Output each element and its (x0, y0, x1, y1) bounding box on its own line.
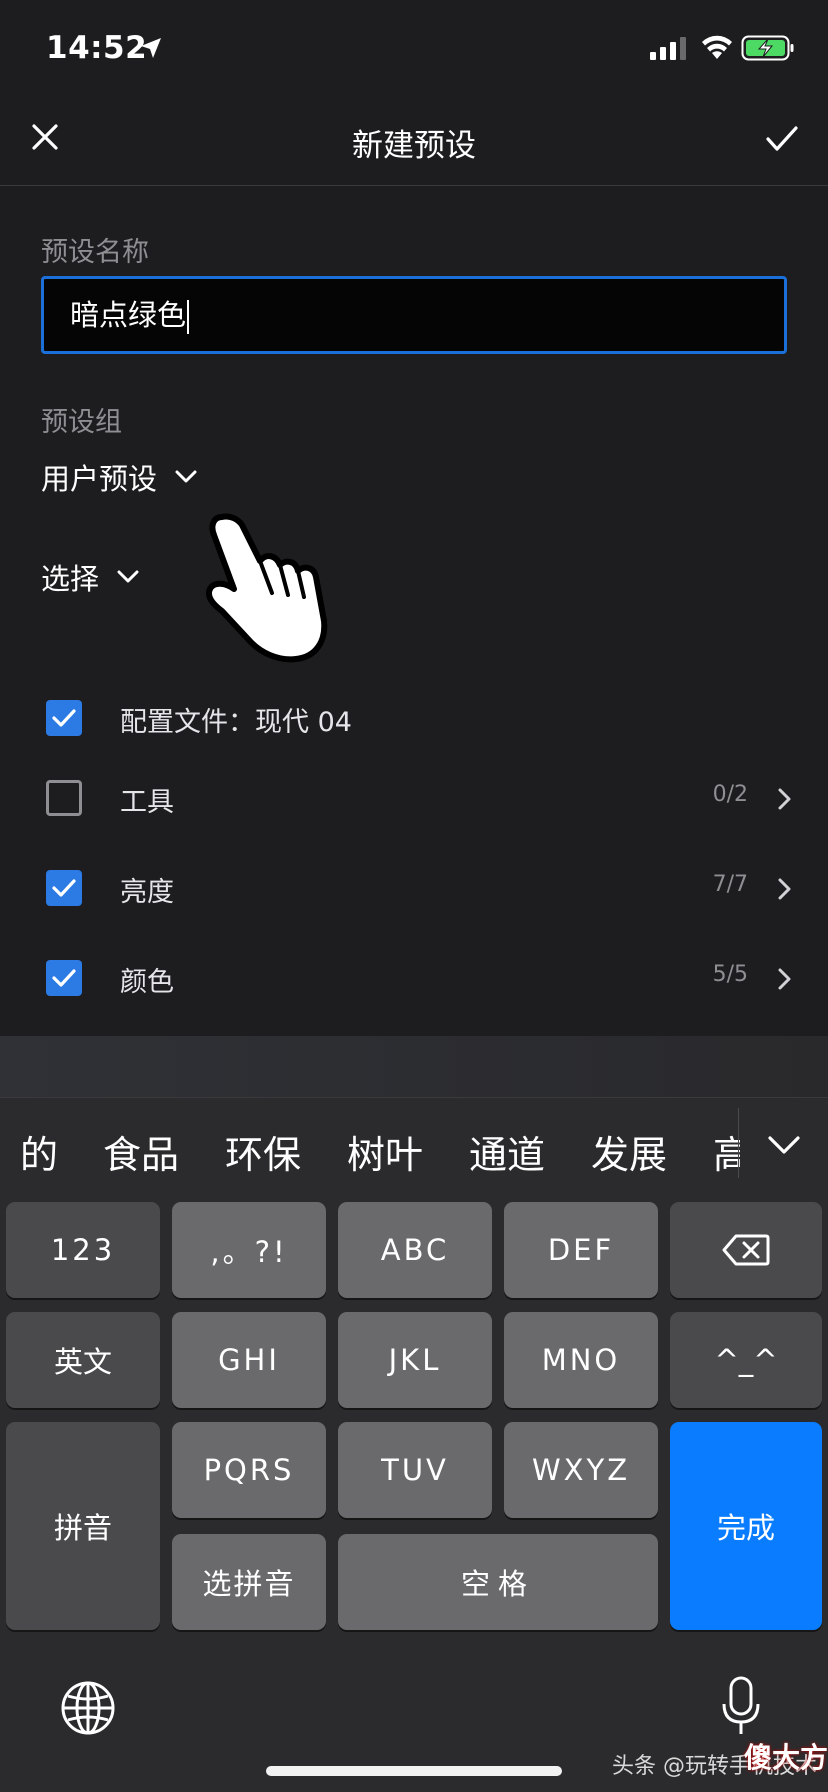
microphone-icon[interactable] (720, 1676, 762, 1738)
english-key[interactable]: 英文 (6, 1312, 160, 1408)
chevron-right-icon (778, 968, 791, 990)
checkmark-icon (52, 879, 76, 897)
candidate-word[interactable]: 发展 (591, 1124, 667, 1179)
candidate-word[interactable]: 树叶 (347, 1124, 423, 1179)
location-arrow-icon (141, 38, 161, 58)
jkl-key[interactable]: JKL (338, 1312, 492, 1408)
candidate-word[interactable]: 食品 (103, 1124, 179, 1179)
checkbox-unchecked[interactable] (46, 780, 82, 816)
candidate-word[interactable]: 的 (20, 1124, 58, 1179)
checkmark-icon (52, 709, 76, 727)
navigation-bar: 新建预设 (0, 96, 828, 186)
row-count: 0/2 (712, 782, 748, 807)
numbers-key[interactable]: 123 (6, 1202, 160, 1298)
candidate-word[interactable]: 高 (713, 1124, 740, 1179)
preset-name-value: 暗点绿色 (70, 298, 187, 332)
row-label: 工具 (120, 787, 174, 818)
preset-name-input[interactable]: 暗点绿色 (41, 276, 787, 354)
emoticon-key[interactable]: ^_^ (670, 1312, 822, 1408)
punctuation-key[interactable]: ,。?! (172, 1202, 326, 1298)
globe-icon[interactable] (60, 1680, 116, 1736)
text-caret (187, 300, 190, 334)
chevron-down-icon (175, 470, 197, 483)
preset-group-label: 预设组 (41, 407, 122, 438)
ime-keyboard: 的 食品 环保 树叶 通道 发展 高 123 ,。?! ABC DEF 英文 G… (0, 1036, 828, 1792)
candidate-word[interactable]: 通道 (469, 1124, 545, 1179)
backspace-icon (722, 1234, 770, 1266)
page-title: 新建预设 (352, 128, 476, 164)
ghi-key[interactable]: GHI (172, 1312, 326, 1408)
tuv-key[interactable]: TUV (338, 1422, 492, 1518)
done-key[interactable]: 完成 (670, 1422, 822, 1630)
select-dropdown[interactable]: 选择 (41, 556, 139, 598)
preset-group-value: 用户预设 (41, 462, 158, 496)
preset-form: 预设名称 暗点绿色 预设组 用户预设 选择 配置文件：现代 04 工具 0/2 … (0, 186, 828, 1036)
row-label: 颜色 (120, 967, 174, 998)
status-bar: 14:52 (0, 0, 828, 96)
checkbox-checked[interactable] (46, 870, 82, 906)
mno-key[interactable]: MNO (504, 1312, 658, 1408)
battery-charging-icon (741, 35, 794, 61)
settings-row-profile[interactable]: 配置文件：现代 04 (0, 680, 828, 760)
backspace-key[interactable] (670, 1202, 822, 1298)
select-label: 选择 (41, 562, 100, 596)
abc-key[interactable]: ABC (338, 1202, 492, 1298)
row-label: 配置文件：现代 04 (120, 707, 352, 738)
pointing-hand-icon (206, 513, 328, 663)
select-pinyin-key[interactable]: 选拼音 (172, 1534, 326, 1630)
cellular-signal-icon (650, 37, 686, 60)
keyboard-accessory-strip (0, 1036, 828, 1098)
candidate-word[interactable]: 环保 (225, 1124, 301, 1179)
checkmark-icon (52, 969, 76, 987)
row-label: 亮度 (120, 877, 174, 908)
pqrs-key[interactable]: PQRS (172, 1422, 326, 1518)
checkbox-checked[interactable] (46, 960, 82, 996)
space-key[interactable]: 空格 (338, 1534, 658, 1630)
wifi-icon (702, 35, 732, 59)
row-count: 5/5 (712, 962, 748, 987)
collapse-candidates-icon[interactable] (766, 1132, 802, 1160)
watermark-logo: 傻大方 (744, 1741, 828, 1774)
settings-row-color[interactable]: 颜色 5/5 (0, 940, 828, 1020)
home-indicator[interactable] (266, 1766, 562, 1776)
settings-row-brightness[interactable]: 亮度 7/7 (0, 850, 828, 930)
wxyz-key[interactable]: WXYZ (504, 1422, 658, 1518)
chevron-right-icon (778, 788, 791, 810)
status-time: 14:52 (46, 30, 148, 66)
pinyin-key[interactable]: 拼音 (6, 1422, 160, 1630)
row-count: 7/7 (712, 872, 748, 897)
chevron-down-icon (117, 570, 139, 583)
preset-name-label: 预设名称 (41, 237, 149, 268)
candidate-divider (738, 1108, 739, 1178)
chevron-right-icon (778, 878, 791, 900)
def-key[interactable]: DEF (504, 1202, 658, 1298)
checkbox-checked[interactable] (46, 700, 82, 736)
confirm-check-icon[interactable] (764, 122, 800, 156)
preset-group-dropdown[interactable]: 用户预设 (41, 456, 197, 498)
settings-row-tools[interactable]: 工具 0/2 (0, 760, 828, 840)
candidate-bar: 的 食品 环保 树叶 通道 发展 高 (0, 1098, 740, 1198)
